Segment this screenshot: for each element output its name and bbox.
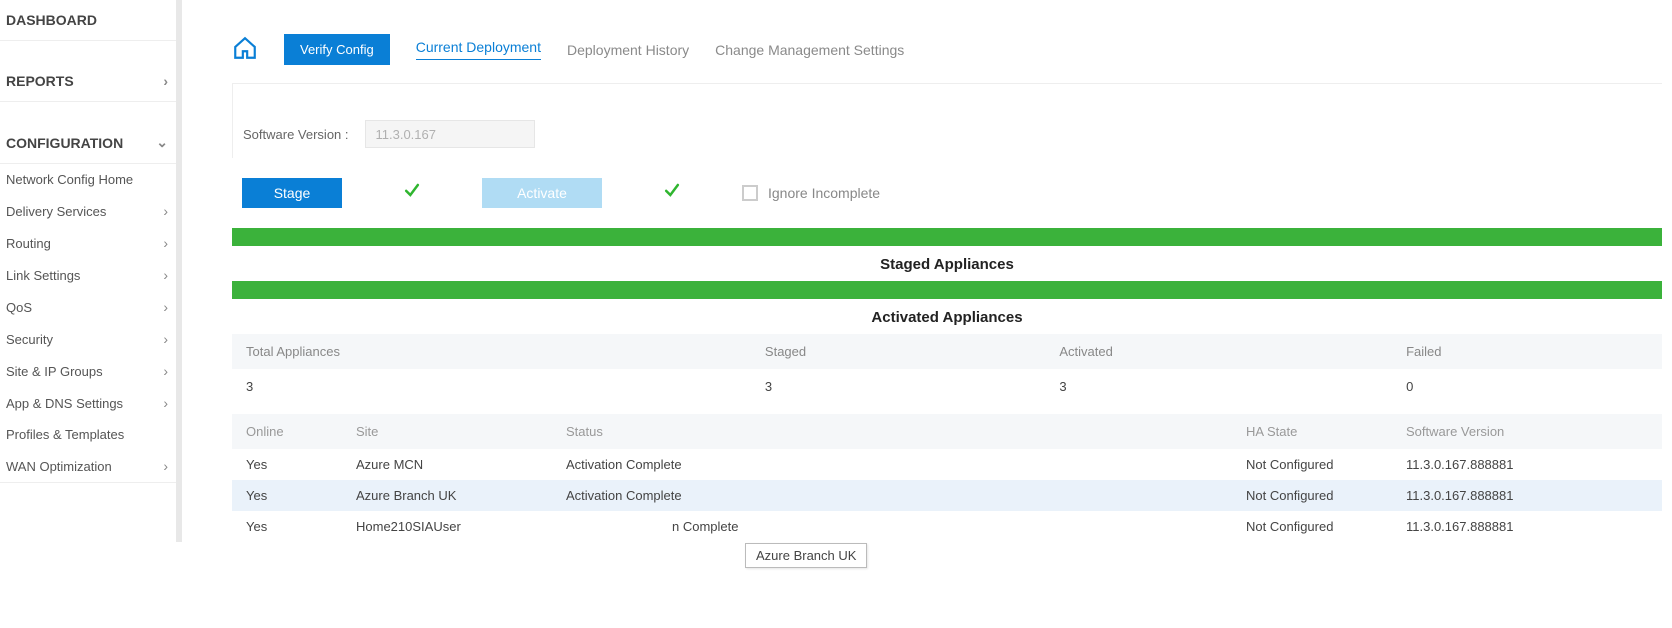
cell-site: Home210SIAUser <box>342 511 552 542</box>
tab-deployment-history[interactable]: Deployment History <box>567 42 689 58</box>
sidebar-item-routing[interactable]: Routing › <box>0 227 176 259</box>
main-content: Verify Config Current Deployment Deploym… <box>182 0 1672 542</box>
sidebar-item-label: Link Settings <box>6 268 80 283</box>
sidebar-item-link-settings[interactable]: Link Settings › <box>0 259 176 291</box>
stats-value-activated: 3 <box>1045 369 1392 404</box>
activated-appliances-title: Activated Appliances <box>232 305 1662 334</box>
sidebar-item-label: Delivery Services <box>6 204 106 219</box>
home-icon[interactable] <box>232 35 258 64</box>
sidebar-item-label: App & DNS Settings <box>6 396 123 411</box>
appl-header-ha: HA State <box>1232 414 1392 449</box>
cell-ha: Not Configured <box>1232 449 1392 480</box>
tab-change-management-settings[interactable]: Change Management Settings <box>715 42 904 58</box>
table-row[interactable]: Yes Azure Branch UK Activation Complete … <box>232 480 1662 511</box>
sidebar-item-label: Security <box>6 332 53 347</box>
verify-config-button[interactable]: Verify Config <box>284 34 390 65</box>
chevron-down-icon: ⌄ <box>156 134 168 151</box>
chevron-right-icon: › <box>163 299 168 315</box>
stats-table: Total Appliances Staged Activated Failed… <box>232 334 1662 404</box>
staged-progress-bar <box>232 228 1662 246</box>
chevron-right-icon: › <box>163 203 168 219</box>
chevron-right-icon: › <box>163 73 168 89</box>
appl-header-sv: Software Version <box>1392 414 1662 449</box>
cell-online: Yes <box>232 511 342 542</box>
cell-online: Yes <box>232 480 342 511</box>
cell-status: Activation Complete <box>552 449 1232 480</box>
sidebar-item-label: Routing <box>6 236 51 251</box>
check-icon <box>402 180 422 206</box>
stage-button[interactable]: Stage <box>242 178 342 208</box>
cell-status: Activation Complete <box>552 480 1232 511</box>
sidebar-item-app-dns-settings[interactable]: App & DNS Settings › <box>0 387 176 419</box>
appl-header-status: Status <box>552 414 1232 449</box>
sidebar-section-dashboard[interactable]: DASHBOARD <box>0 0 176 41</box>
sidebar-section-configuration[interactable]: CONFIGURATION ⌄ <box>0 122 176 164</box>
version-label: Software Version : <box>243 127 349 142</box>
sidebar-item-qos[interactable]: QoS › <box>0 291 176 323</box>
actions-row: Stage Activate Ignore Incomplete <box>232 158 1662 228</box>
sidebar-item-network-config-home[interactable]: Network Config Home <box>0 164 176 195</box>
stats-header-staged: Staged <box>751 334 1045 369</box>
ignore-incomplete-checkbox[interactable]: Ignore Incomplete <box>742 185 880 201</box>
version-row: Software Version : <box>232 84 1662 158</box>
activate-button[interactable]: Activate <box>482 178 602 208</box>
stats-header-activated: Activated <box>1045 334 1392 369</box>
tooltip: Azure Branch UK <box>745 543 867 568</box>
table-row[interactable]: Yes Home210SIAUser n Complete Not Config… <box>232 511 1662 542</box>
software-version-input[interactable] <box>365 120 535 148</box>
ignore-incomplete-label: Ignore Incomplete <box>768 185 880 201</box>
chevron-right-icon: › <box>163 363 168 379</box>
cell-ha: Not Configured <box>1232 511 1392 542</box>
stats-value-failed: 0 <box>1392 369 1662 404</box>
sidebar-dashboard-label: DASHBOARD <box>6 12 97 28</box>
top-tabs: Verify Config Current Deployment Deploym… <box>232 0 1662 84</box>
chevron-right-icon: › <box>163 235 168 251</box>
sidebar-item-wan-optimization[interactable]: WAN Optimization › <box>0 450 176 483</box>
sidebar-reports-label: REPORTS <box>6 73 74 89</box>
stats-value-staged: 3 <box>751 369 1045 404</box>
checkbox-icon <box>742 185 758 201</box>
sidebar-item-label: QoS <box>6 300 32 315</box>
cell-sv: 11.3.0.167.888881 <box>1392 449 1662 480</box>
activated-progress-bar <box>232 281 1662 299</box>
sidebar: DASHBOARD REPORTS › CONFIGURATION ⌄ Netw… <box>0 0 182 542</box>
sidebar-item-label: WAN Optimization <box>6 459 112 474</box>
sidebar-section-reports[interactable]: REPORTS › <box>0 61 176 102</box>
check-icon <box>662 180 682 206</box>
table-row[interactable]: Yes Azure MCN Activation Complete Not Co… <box>232 449 1662 480</box>
staged-appliances-title: Staged Appliances <box>232 252 1662 281</box>
stats-value-total: 3 <box>232 369 751 404</box>
appl-header-online: Online <box>232 414 342 449</box>
sidebar-item-label: Site & IP Groups <box>6 364 103 379</box>
chevron-right-icon: › <box>163 458 168 474</box>
chevron-right-icon: › <box>163 331 168 347</box>
appl-header-site: Site <box>342 414 552 449</box>
sidebar-item-delivery-services[interactable]: Delivery Services › <box>0 195 176 227</box>
cell-sv: 11.3.0.167.888881 <box>1392 511 1662 542</box>
sidebar-item-label: Network Config Home <box>6 172 133 187</box>
cell-site: Azure MCN <box>342 449 552 480</box>
cell-ha: Not Configured <box>1232 480 1392 511</box>
sidebar-item-site-ip-groups[interactable]: Site & IP Groups › <box>0 355 176 387</box>
cell-site: Azure Branch UK <box>342 480 552 511</box>
appliances-table: Online Site Status HA State Software Ver… <box>232 414 1662 542</box>
sidebar-item-security[interactable]: Security › <box>0 323 176 355</box>
chevron-right-icon: › <box>163 267 168 283</box>
cell-online: Yes <box>232 449 342 480</box>
cell-status: n Complete <box>552 511 1232 542</box>
sidebar-configuration-label: CONFIGURATION <box>6 135 123 151</box>
stats-header-total: Total Appliances <box>232 334 751 369</box>
sidebar-item-label: Profiles & Templates <box>6 427 124 442</box>
sidebar-item-profiles-templates[interactable]: Profiles & Templates <box>0 419 176 450</box>
chevron-right-icon: › <box>163 395 168 411</box>
tab-current-deployment[interactable]: Current Deployment <box>416 39 541 60</box>
cell-sv: 11.3.0.167.888881 <box>1392 480 1662 511</box>
stats-header-failed: Failed <box>1392 334 1662 369</box>
